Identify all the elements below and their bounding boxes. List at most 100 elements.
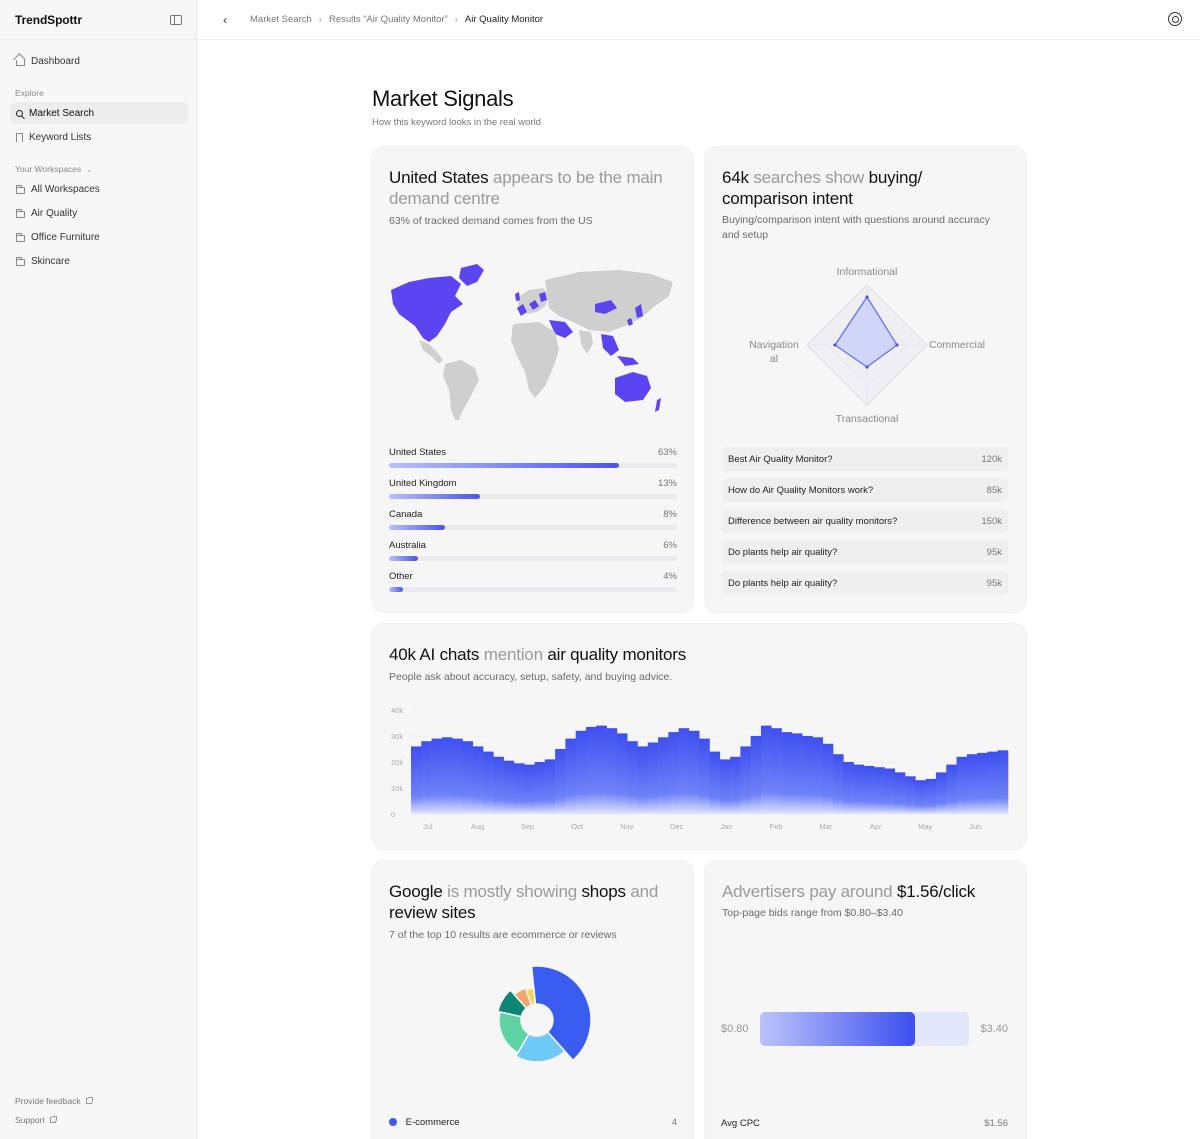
world-map [391,264,673,420]
brand-row: TrendSpottr [0,0,196,40]
country-bar-track [389,525,677,530]
question-volume: 120k [981,454,1002,465]
breadcrumb-results[interactable]: Results “Air Quality Monitor” [329,14,448,25]
chart-bar [688,730,700,814]
question-row[interactable]: Difference between air quality monitors?… [722,509,1008,533]
sidebar-item-all-workspaces[interactable]: All Workspaces [10,178,188,200]
country-bar-track [389,463,677,468]
question-text: Do plants help air quality? [728,578,838,589]
chart-bar [647,742,659,814]
chart-bar [555,749,566,814]
question-row[interactable]: How do Air Quality Monitors work? 85k [722,478,1008,502]
settings-icon[interactable] [1168,12,1182,26]
avg-cpc-value: $1.56 [984,1118,1008,1129]
x-tick-label: Aug [471,822,484,831]
chart-bar [884,768,896,814]
serp-card: Google is mostly showing shops and revie… [372,861,693,1139]
intent-card: 64k searches show buying/ comparison int… [705,147,1026,612]
chart-bar [678,728,690,814]
chart-bar [977,752,988,814]
sidebar-item-air-quality[interactable]: Air Quality [10,202,188,224]
chart-bar [874,767,885,814]
country-name: Other [389,571,413,582]
x-tick-label: Jun [969,822,981,831]
support-link[interactable]: Support [15,1115,57,1125]
section-label-workspaces[interactable]: Your Workspaces ⌄ [15,164,92,174]
chart-bar [760,725,772,814]
external-link-icon [85,1097,93,1104]
country-bar-track [389,556,677,561]
title-strong: 64k [722,168,749,187]
cpc-card-subtitle: Top-page bids range from $0.80–$3.40 [722,907,903,919]
section-label-text: Your Workspaces [15,164,82,174]
chart-bar [462,741,474,814]
title-muted: Advertisers pay around [722,882,897,901]
title-strong-2: shops [581,882,626,901]
country-bar-fill [389,556,418,561]
chart-bar [925,778,937,814]
x-tick-label: Sep [521,822,534,831]
map-north-america [391,276,463,342]
country-row: United States 63% [389,447,677,471]
chart-bar [637,746,649,814]
support-label: Support [15,1115,45,1125]
chart-bar [585,726,597,814]
sidebar-item-market-search[interactable]: Market Search [10,102,188,124]
map-central-america [419,340,443,364]
chart-bar [421,741,432,814]
x-tick-label: Apr [870,822,882,831]
country-bar-fill [389,463,620,468]
question-volume: 85k [986,485,1002,496]
title-strong: 40k AI chats [389,645,480,664]
avg-cpc-label: Avg CPC [721,1118,760,1129]
country-name: United Kingdom [389,478,457,489]
country-bar-fill [389,587,404,592]
search-icon [16,109,23,117]
y-tick-label: 0 [391,810,395,819]
section-label-explore: Explore [15,88,44,98]
question-row[interactable]: Do plants help air quality? 95k [722,540,1008,564]
provide-feedback-link[interactable]: Provide feedback [15,1096,93,1106]
chart-bar [493,756,504,814]
country-value: 63% [657,447,677,458]
radar-point-informational [865,295,869,299]
country-value: 4% [663,571,677,582]
sidebar-item-office-furniture[interactable]: Office Furniture [10,226,188,248]
question-text: Best Air Quality Monitor? [728,454,833,465]
sidebar-item-skincare[interactable]: Skincare [10,250,188,272]
back-button[interactable]: ‹ [214,9,236,31]
cpc-card-title: Advertisers pay around $1.56/click [722,881,975,902]
map-africa [511,322,559,398]
country-name: Canada [389,509,423,520]
serp-legend-row: E-commerce 4 [389,1117,677,1128]
chart-bar [452,738,463,814]
cpc-card: Advertisers pay around $1.56/click Top-p… [705,861,1026,1139]
chart-bar [534,762,546,814]
breadcrumb-market-search[interactable]: Market Search [250,14,312,25]
question-text: Difference between air quality monitors? [728,516,898,527]
chart-bar [544,759,556,814]
country-row: Canada 8% [389,509,677,533]
x-tick-label: May [918,822,932,831]
sidebar-item-dashboard[interactable]: Dashboard [10,50,188,72]
sidebar-item-label: Market Search [29,107,95,119]
chart-bar [524,764,535,814]
country-row: Australia 6% [389,540,677,564]
page-title: Market Signals [372,86,514,111]
chart-bar [719,759,731,814]
map-south-america [443,360,479,420]
sidebar-toggle-icon[interactable] [170,14,182,25]
chart-bar [843,762,854,814]
sidebar-item-keyword-lists[interactable]: Keyword Lists [10,126,188,148]
title-strong-2: air quality monitors [547,645,687,664]
folder-icon [16,184,25,194]
country-value: 6% [663,540,677,551]
question-volume: 95k [986,547,1002,558]
y-tick-label: 20k [391,758,403,767]
page-subtitle: How this keyword looks in the real world [372,117,541,128]
question-row[interactable]: Do plants help air quality? 95k [722,571,1008,595]
legend-value: 4 [671,1117,677,1128]
country-bar-track [389,587,677,592]
question-row[interactable]: Best Air Quality Monitor? 120k [722,447,1008,471]
app-logo: TrendSpottr [15,12,82,27]
